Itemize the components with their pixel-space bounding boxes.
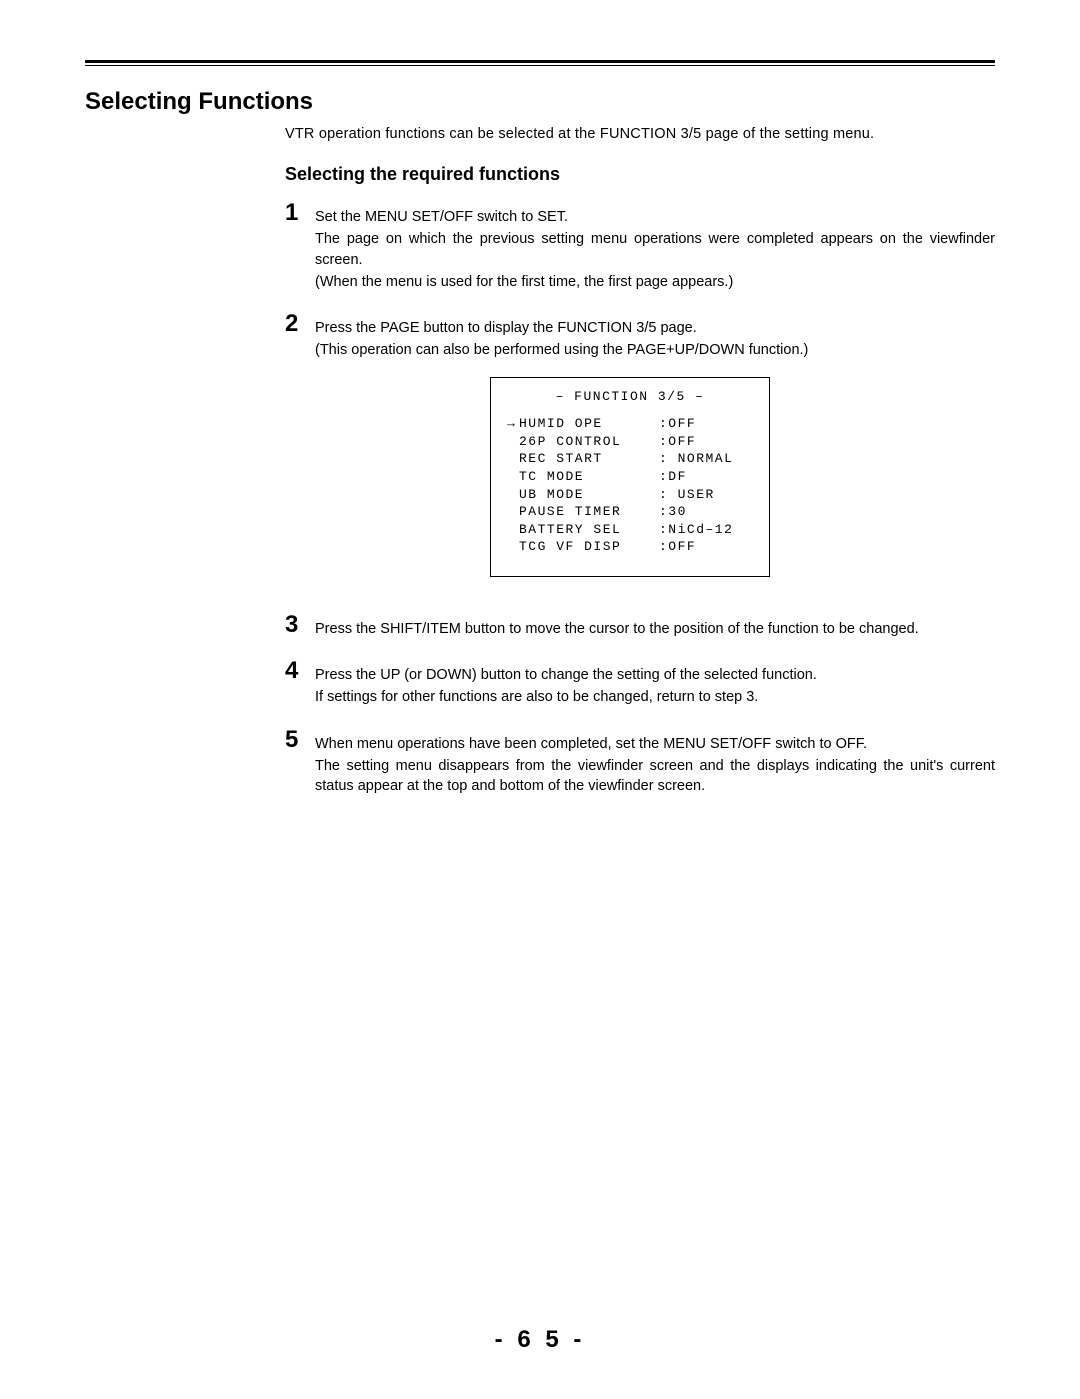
menu-value: :DF xyxy=(659,468,687,486)
step-line: The page on which the previous setting m… xyxy=(315,229,995,270)
step-body: Press the PAGE button to display the FUN… xyxy=(315,312,995,595)
menu-value: :NiCd–12 xyxy=(659,521,733,539)
menu-row: REC START: NORMAL xyxy=(507,450,753,468)
step-line: Press the SHIFT/ITEM button to move the … xyxy=(315,619,995,639)
menu-row: TC MODE:DF xyxy=(507,468,753,486)
menu-label: TCG VF DISP xyxy=(519,538,659,556)
menu-label: PAUSE TIMER xyxy=(519,503,659,521)
menu-value: : USER xyxy=(659,486,715,504)
menu-label: UB MODE xyxy=(519,486,659,504)
step-line: When menu operations have been completed… xyxy=(315,734,995,754)
step-line: (This operation can also be performed us… xyxy=(315,340,995,360)
menu-arrow: → xyxy=(507,415,519,433)
step-line: Set the MENU SET/OFF switch to SET. xyxy=(315,207,995,227)
step-3: 3 Press the SHIFT/ITEM button to move th… xyxy=(285,613,995,641)
step-number: 3 xyxy=(285,613,315,637)
menu-arrow xyxy=(507,538,519,556)
step-number: 1 xyxy=(285,201,315,225)
subsection-heading: Selecting the required functions xyxy=(285,164,995,185)
menu-arrow xyxy=(507,433,519,451)
step-number: 5 xyxy=(285,728,315,752)
step-body: Press the UP (or DOWN) button to change … xyxy=(315,659,995,710)
page-title: Selecting Functions xyxy=(85,88,995,116)
step-body: When menu operations have been completed… xyxy=(315,728,995,799)
page-number: - 6 5 - xyxy=(0,1326,1080,1354)
menu-title: – FUNCTION 3/5 – xyxy=(507,388,753,406)
step-line: Press the UP (or DOWN) button to change … xyxy=(315,665,995,685)
menu-value: :30 xyxy=(659,503,687,521)
menu-label: TC MODE xyxy=(519,468,659,486)
step-line: Press the PAGE button to display the FUN… xyxy=(315,318,995,338)
step-4: 4 Press the UP (or DOWN) button to chang… xyxy=(285,659,995,710)
menu-row: →HUMID OPE:OFF xyxy=(507,415,753,433)
menu-value: : NORMAL xyxy=(659,450,733,468)
step-line: (When the menu is used for the first tim… xyxy=(315,272,995,292)
menu-value: :OFF xyxy=(659,433,696,451)
menu-arrow xyxy=(507,486,519,504)
step-2: 2 Press the PAGE button to display the F… xyxy=(285,312,995,595)
step-list: 1 Set the MENU SET/OFF switch to SET. Th… xyxy=(285,201,995,798)
menu-screen: – FUNCTION 3/5 – →HUMID OPE:OFF 26P CONT… xyxy=(490,377,770,577)
step-body: Press the SHIFT/ITEM button to move the … xyxy=(315,613,995,641)
menu-row: BATTERY SEL:NiCd–12 xyxy=(507,521,753,539)
menu-label: HUMID OPE xyxy=(519,415,659,433)
menu-row: 26P CONTROL:OFF xyxy=(507,433,753,451)
step-number: 4 xyxy=(285,659,315,683)
menu-label: BATTERY SEL xyxy=(519,521,659,539)
header-rule xyxy=(85,60,995,66)
step-line: If settings for other functions are also… xyxy=(315,687,995,707)
menu-row: PAUSE TIMER:30 xyxy=(507,503,753,521)
menu-row: UB MODE: USER xyxy=(507,486,753,504)
menu-value: :OFF xyxy=(659,538,696,556)
step-line: The setting menu disappears from the vie… xyxy=(315,756,995,797)
step-body: Set the MENU SET/OFF switch to SET. The … xyxy=(315,201,995,294)
menu-arrow xyxy=(507,503,519,521)
menu-arrow xyxy=(507,521,519,539)
menu-value: :OFF xyxy=(659,415,696,433)
menu-label: 26P CONTROL xyxy=(519,433,659,451)
step-5: 5 When menu operations have been complet… xyxy=(285,728,995,799)
step-1: 1 Set the MENU SET/OFF switch to SET. Th… xyxy=(285,201,995,294)
menu-arrow xyxy=(507,450,519,468)
menu-label: REC START xyxy=(519,450,659,468)
intro-text: VTR operation functions can be selected … xyxy=(285,126,995,142)
menu-arrow xyxy=(507,468,519,486)
menu-row: TCG VF DISP:OFF xyxy=(507,538,753,556)
step-number: 2 xyxy=(285,312,315,336)
